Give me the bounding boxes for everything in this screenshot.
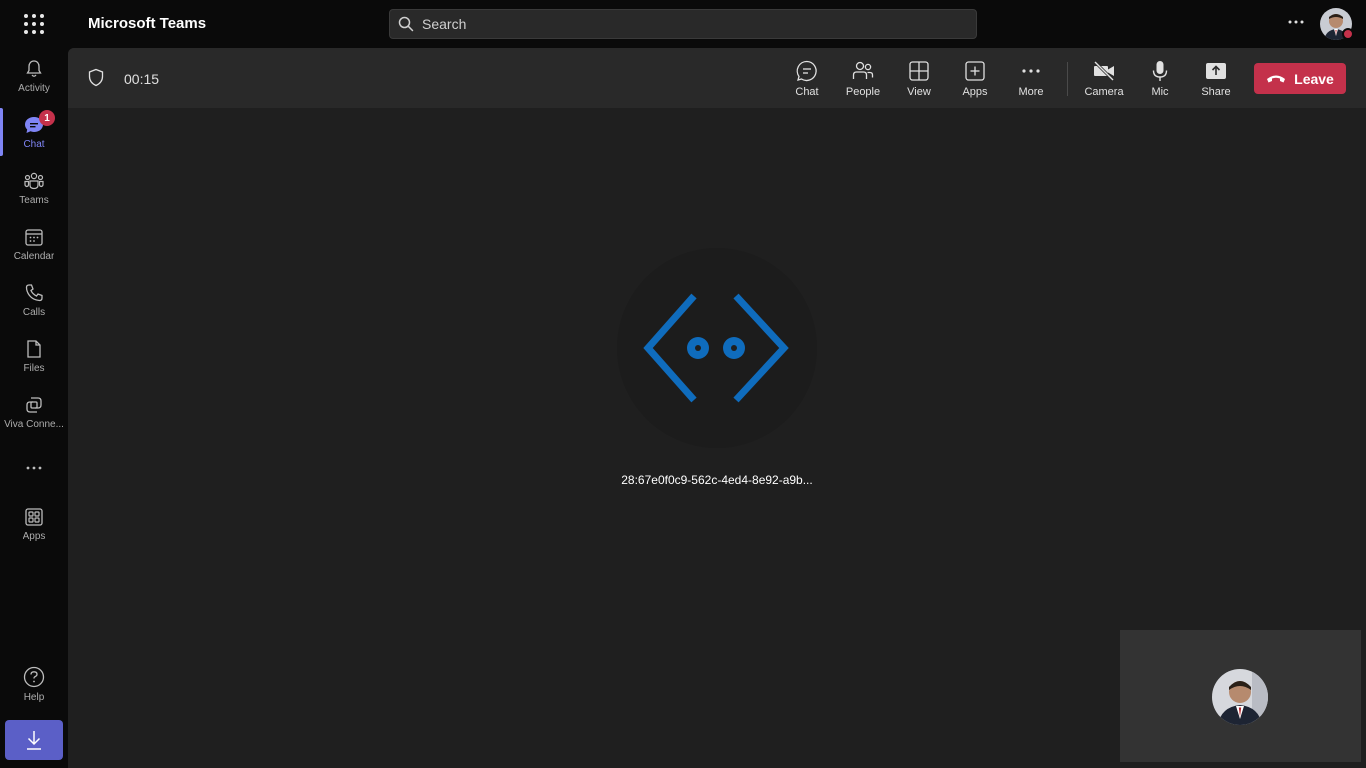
- bell-icon: [26, 59, 42, 77]
- download-app-button[interactable]: [5, 720, 63, 760]
- people-icon: [852, 61, 874, 79]
- mic-button-label: Mic: [1151, 86, 1169, 98]
- chat-unread-badge: 1: [39, 110, 55, 126]
- rail-item-activity[interactable]: Activity: [0, 48, 68, 104]
- chat-bubble-icon: [796, 60, 817, 82]
- leave-button-label: Leave: [1294, 70, 1334, 87]
- chat-button-label: Chat: [795, 86, 819, 98]
- share-tray-icon: [1206, 63, 1226, 79]
- camera-off-icon: [1093, 60, 1115, 82]
- viva-connections-icon: [26, 396, 42, 413]
- apps-icon: [25, 507, 43, 526]
- title-bar: Microsoft Teams Search: [0, 0, 1366, 48]
- people-button[interactable]: People: [835, 54, 891, 102]
- camera-button-label: Camera: [1084, 86, 1124, 98]
- share-content-button[interactable]: Share: [1188, 54, 1244, 102]
- share-button-label: Share: [1201, 86, 1231, 98]
- rail-label: Apps: [22, 530, 46, 542]
- rail-more-apps-button[interactable]: [0, 440, 68, 496]
- presence-status-icon: [1342, 28, 1354, 40]
- rail-label: Help: [23, 691, 45, 703]
- rail-label: Files: [23, 362, 45, 374]
- hang-up-icon: [1267, 75, 1286, 82]
- chat-button[interactable]: Chat: [779, 54, 835, 102]
- rail-label: Activity: [18, 82, 50, 94]
- search-icon: [398, 16, 414, 32]
- more-button-label: More: [1018, 86, 1044, 98]
- rail-item-calendar[interactable]: Calendar: [0, 216, 68, 272]
- rail-item-calls[interactable]: Calls: [0, 272, 68, 328]
- microphone-icon: [1152, 61, 1168, 81]
- search-placeholder: Search: [422, 16, 467, 32]
- grid-view-icon: [909, 61, 929, 81]
- people-button-label: People: [845, 86, 881, 98]
- call-timer: 00:15: [124, 71, 160, 87]
- rail-item-apps[interactable]: Apps: [0, 496, 68, 552]
- rail-item-files[interactable]: Files: [0, 328, 68, 384]
- rail-item-chat[interactable]: 1 Chat: [0, 104, 68, 160]
- camera-toggle-button[interactable]: Camera: [1076, 54, 1132, 102]
- help-icon: [23, 666, 45, 687]
- rail-label: Calendar: [13, 250, 55, 262]
- apps-button[interactable]: Apps: [947, 54, 1003, 102]
- self-avatar: [1212, 669, 1268, 725]
- bot-avatar-icon: [643, 293, 789, 403]
- calendar-icon: [25, 228, 43, 246]
- leave-call-button[interactable]: Leave: [1254, 63, 1346, 94]
- toolbar-divider: [1067, 62, 1068, 96]
- phone-icon: [25, 283, 43, 301]
- rail-label: Chat: [23, 138, 45, 150]
- view-button[interactable]: View: [891, 54, 947, 102]
- rail-item-help[interactable]: Help: [0, 656, 68, 712]
- participant-name: 28:67e0f0c9-562c-4ed4-8e92-a9b...: [621, 473, 813, 487]
- settings-more-button[interactable]: [1284, 10, 1308, 34]
- search-input[interactable]: Search: [389, 9, 977, 39]
- self-video-tile[interactable]: [1120, 630, 1361, 762]
- file-icon: [27, 339, 41, 358]
- meeting-stage: 00:15 Chat People View Apps More Camera: [68, 48, 1366, 768]
- app-title: Microsoft Teams: [88, 15, 207, 32]
- more-horizontal-icon: [1288, 20, 1304, 24]
- rail-item-viva-connections[interactable]: Viva Conne...: [0, 384, 68, 440]
- app-launcher-icon[interactable]: [22, 12, 46, 36]
- app-bar: Activity 1 Chat Teams Calendar Calls Fil…: [0, 48, 68, 768]
- view-button-label: View: [907, 86, 931, 98]
- rail-label: Calls: [22, 306, 46, 318]
- download-icon: [27, 731, 41, 750]
- more-actions-button[interactable]: More: [1003, 54, 1059, 102]
- more-horizontal-icon: [26, 466, 42, 470]
- add-app-icon: [965, 61, 985, 81]
- apps-button-label: Apps: [962, 86, 988, 98]
- rail-label: Viva Conne...: [4, 418, 64, 430]
- call-controls-bar: 00:15 Chat People View Apps More Camera: [68, 48, 1366, 108]
- rail-item-teams[interactable]: Teams: [0, 160, 68, 216]
- mic-toggle-button[interactable]: Mic: [1132, 54, 1188, 102]
- teams-icon: [24, 172, 44, 189]
- shield-icon[interactable]: [88, 68, 104, 87]
- more-horizontal-icon: [1022, 69, 1040, 73]
- rail-label: Teams: [19, 194, 49, 206]
